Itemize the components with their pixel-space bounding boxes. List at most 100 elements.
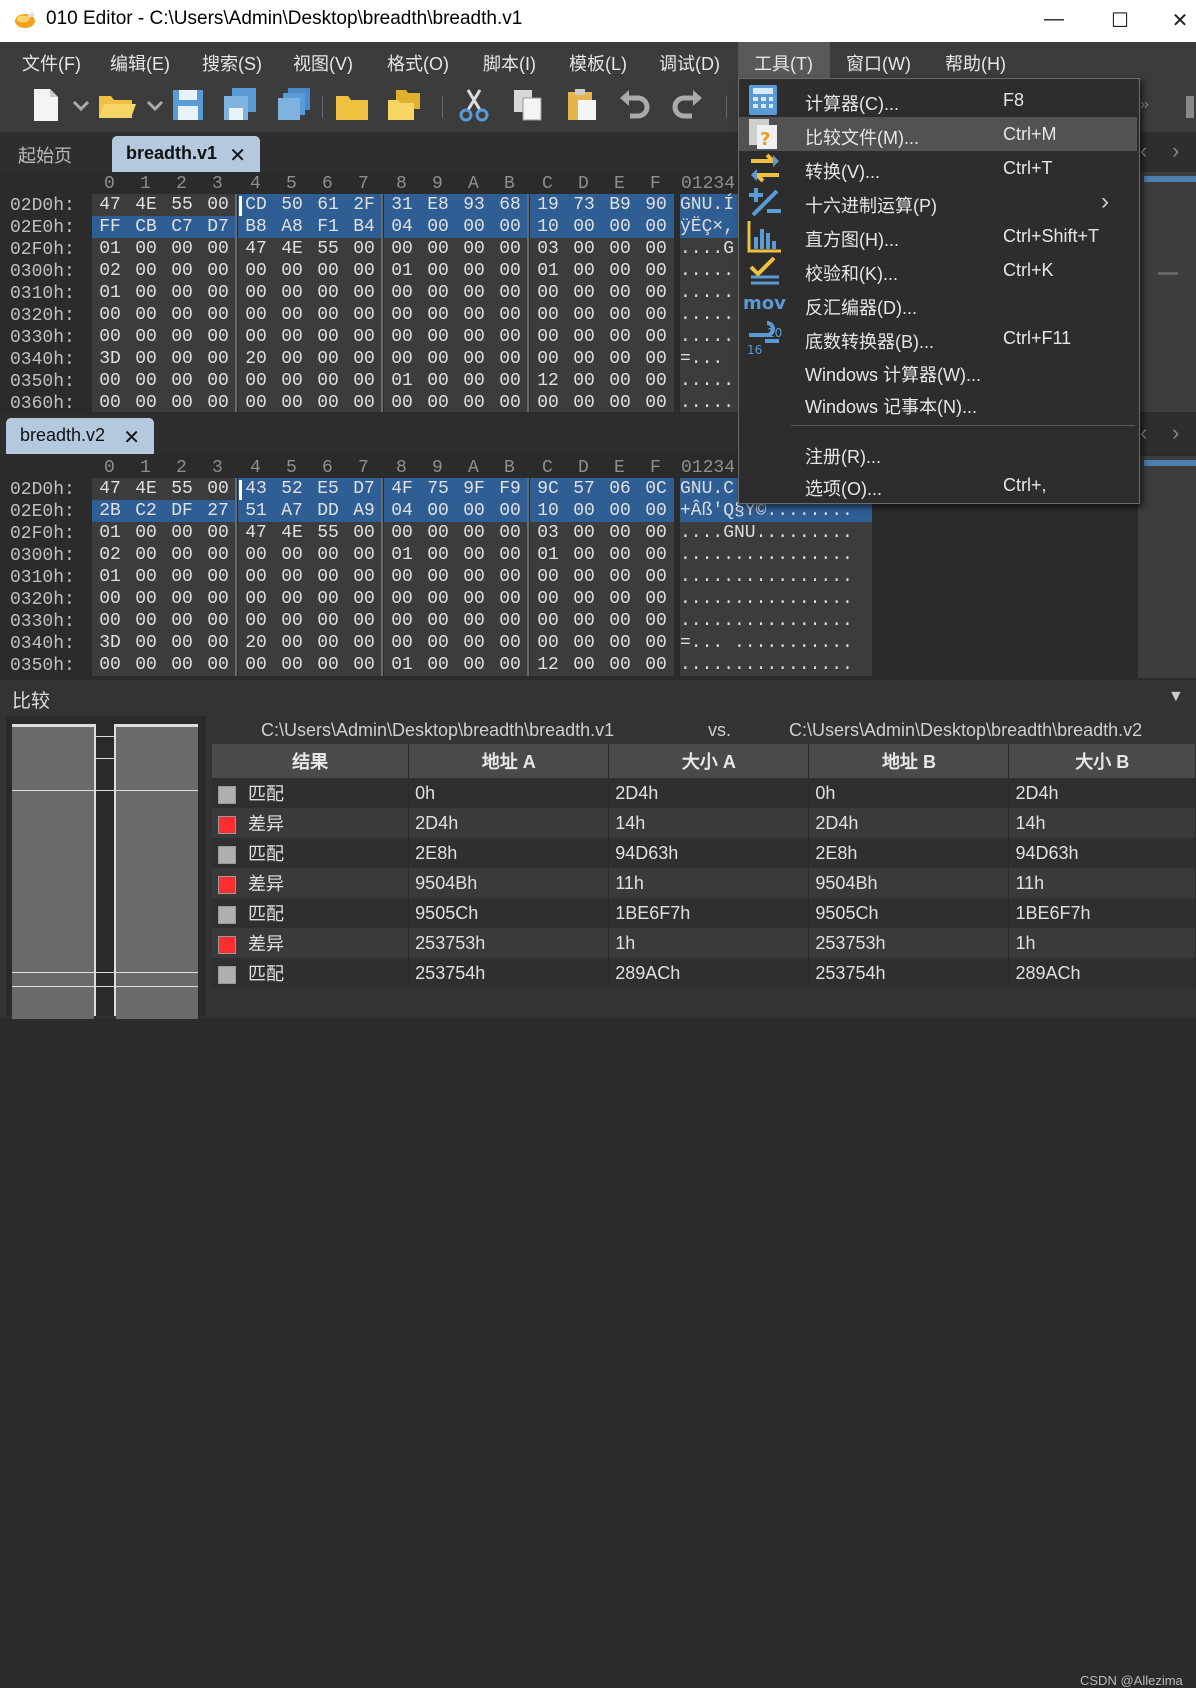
table-row[interactable]: 匹配 9505Ch 1BE6F7h 9505Ch 1BE6F7h [212,898,1196,928]
hex-byte[interactable]: 00 [200,588,236,610]
hex-byte[interactable]: 00 [530,610,566,632]
hex-byte[interactable]: 00 [420,216,456,238]
col-size-a[interactable]: 大小 A [608,744,810,778]
toolbar-overflow-icon[interactable]: » [1140,96,1149,114]
menu-item-options[interactable]: 选项(O)... Ctrl+, [739,468,1137,502]
hex-byte[interactable]: DF [164,500,200,522]
hex-byte[interactable]: 00 [566,238,602,260]
hex-byte[interactable]: 00 [128,238,164,260]
hex-byte[interactable]: B9 [602,194,638,216]
hex-row[interactable]: 02D0h: 47 4E 55 00 CD 50 61 2F 31 E8 93 68 19 73 B9 90 GN… [0,194,738,216]
hex-byte[interactable]: 00 [420,566,456,588]
menu-view[interactable]: 视图(V) [293,50,353,76]
col-size-b[interactable]: 大小 B [1008,744,1196,778]
hex-byte[interactable]: 00 [164,392,200,412]
copy-icon[interactable] [510,86,546,124]
hex-byte[interactable]: 00 [346,544,382,566]
hex-byte[interactable]: 00 [638,260,674,282]
hex-byte[interactable]: 00 [274,566,310,588]
hex-byte[interactable]: 68 [492,194,528,216]
hex-byte[interactable]: 00 [420,544,456,566]
hex-byte[interactable]: 00 [530,282,566,304]
hex-byte[interactable]: 00 [310,588,346,610]
hex-byte[interactable]: 00 [128,654,164,676]
hex-byte[interactable]: 00 [602,304,638,326]
hex-byte[interactable]: 00 [456,370,492,392]
hex-byte[interactable]: 00 [200,282,236,304]
hex-byte[interactable]: 00 [346,654,382,676]
hex-byte[interactable]: 00 [492,610,528,632]
hex-byte[interactable]: 00 [128,260,164,282]
table-row[interactable]: 匹配 2E8h 94D63h 2E8h 94D63h [212,838,1196,868]
hex-byte[interactable]: 00 [530,632,566,654]
hex-byte[interactable]: 00 [492,348,528,370]
hex-byte[interactable]: 00 [164,522,200,544]
hex-byte[interactable]: 00 [602,522,638,544]
hex-row[interactable]: 0320h: 00 00 00 00 00 00 00 00 00 00 00 00 00 00 00 00..… [0,588,880,610]
hex-byte[interactable]: 00 [164,348,200,370]
hex-byte[interactable]: 00 [456,566,492,588]
hex-byte[interactable]: 00 [566,632,602,654]
panel-menu-icon[interactable]: ▼ [1168,688,1184,706]
hex-byte[interactable]: 00 [602,282,638,304]
hex-byte[interactable]: 00 [420,304,456,326]
hex-byte[interactable]: 31 [384,194,420,216]
hex-byte[interactable]: 00 [638,610,674,632]
compare-map[interactable] [6,716,206,1019]
hex-byte[interactable]: 00 [274,326,310,348]
menu-edit[interactable]: 编辑(E) [110,50,170,76]
hex-byte[interactable]: 47 [92,194,128,216]
hex-byte[interactable]: 00 [456,500,492,522]
ascii-text[interactable]: ................ [680,544,872,566]
hex-byte[interactable]: 00 [602,216,638,238]
hex-byte[interactable]: 55 [164,478,200,500]
hex-byte[interactable]: 00 [456,610,492,632]
menu-search[interactable]: 搜索(S) [202,50,262,76]
hex-byte[interactable]: 00 [456,326,492,348]
hex-byte[interactable]: 00 [456,348,492,370]
hex-byte[interactable]: 00 [200,478,236,500]
hex-byte[interactable]: 55 [310,238,346,260]
hex-byte[interactable]: 00 [274,370,310,392]
hex-byte[interactable]: 00 [456,216,492,238]
hex-byte[interactable]: 4E [274,522,310,544]
tab-scroll-left-icon[interactable]: ‹ [1140,138,1147,164]
hex-byte[interactable]: 00 [492,260,528,282]
menu-help[interactable]: 帮助(H) [945,50,1006,76]
hex-byte[interactable]: 00 [602,566,638,588]
ascii-text[interactable]: ..... [680,260,738,282]
hex-byte[interactable]: 00 [638,370,674,392]
hex-byte[interactable]: 00 [602,500,638,522]
hex-byte[interactable]: 19 [530,194,566,216]
ascii-text[interactable]: ................ [680,654,872,676]
hex-byte[interactable]: 00 [346,392,382,412]
hex-byte[interactable]: 4E [128,194,164,216]
hex-byte[interactable]: 00 [384,348,420,370]
ascii-text[interactable]: =... ........... [680,632,872,654]
hex-byte[interactable]: 00 [420,260,456,282]
hex-byte[interactable]: 00 [164,326,200,348]
ascii-text[interactable]: ................ [680,610,872,632]
hex-byte[interactable]: 00 [602,610,638,632]
hex-byte[interactable]: 10 [530,216,566,238]
hex-byte[interactable]: 00 [420,392,456,412]
hex-byte[interactable]: 00 [310,348,346,370]
hex-byte[interactable]: 00 [164,654,200,676]
hex-byte[interactable]: 00 [164,370,200,392]
hex-byte[interactable]: 47 [92,478,128,500]
hex-byte[interactable]: 00 [310,610,346,632]
table-row[interactable]: 匹配 253754h 289ACh 253754h 289ACh [212,958,1196,988]
hex-byte[interactable]: 00 [566,326,602,348]
hex-byte[interactable]: 00 [566,304,602,326]
hex-byte[interactable]: C2 [128,500,164,522]
hex-byte[interactable]: 00 [238,260,274,282]
hex-byte[interactable]: 00 [566,348,602,370]
hex-byte[interactable]: 00 [200,544,236,566]
tab-scroll-right-icon[interactable]: › [1172,138,1179,164]
hex-byte[interactable]: 00 [530,326,566,348]
hex-byte[interactable]: 00 [492,632,528,654]
hex-byte[interactable]: 00 [420,500,456,522]
hex-byte[interactable]: 00 [238,304,274,326]
hex-byte[interactable]: 00 [384,392,420,412]
hex-byte[interactable]: 00 [420,326,456,348]
